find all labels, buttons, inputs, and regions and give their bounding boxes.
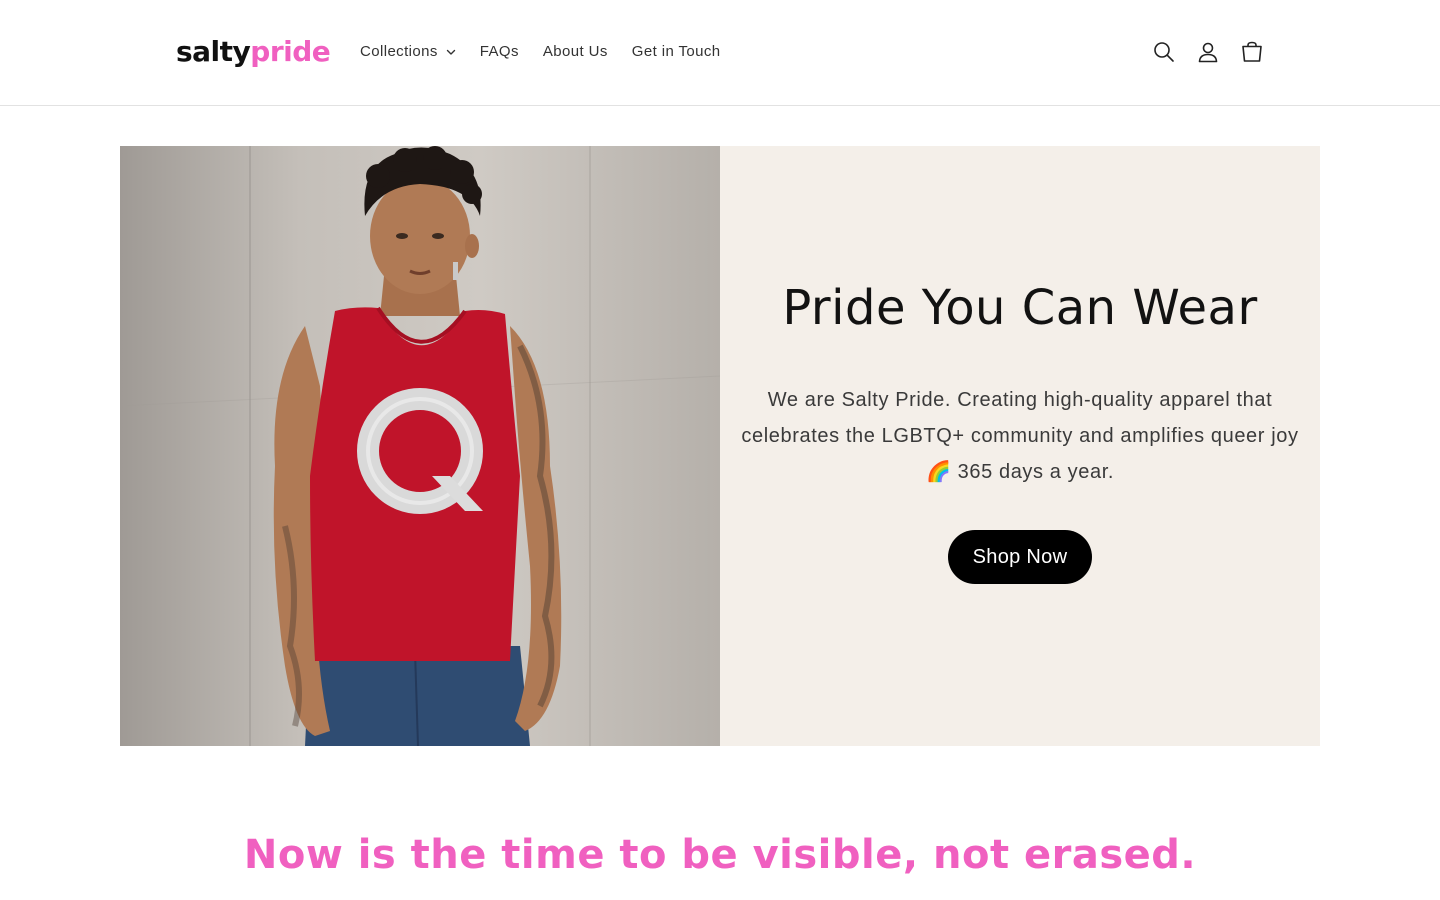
- nav-item-label: About Us: [542, 43, 608, 60]
- tagline-heading: Now is the time to be visible, not erase…: [243, 832, 1197, 878]
- site-header: saltypride Collections FAQs About Us Get…: [0, 0, 1440, 106]
- nav-item-faqs[interactable]: FAQs: [468, 40, 531, 64]
- nav-item-label: FAQs: [479, 43, 519, 60]
- hero-image: [120, 146, 720, 746]
- search-button[interactable]: [1142, 30, 1186, 74]
- hero-text-panel: Pride You Can Wear We are Salty Pride. C…: [720, 146, 1320, 746]
- main-nav: Collections FAQs About Us Get in Touch: [348, 40, 733, 64]
- shop-now-button[interactable]: Shop Now: [947, 530, 1093, 584]
- chevron-down-icon: [446, 49, 455, 55]
- logo-part-salty: salty: [176, 35, 251, 68]
- hero-subtitle: We are Salty Pride. Creating high-qualit…: [741, 389, 1299, 483]
- search-icon: [1154, 42, 1174, 62]
- nav-item-label: Get in Touch: [631, 43, 721, 60]
- account-button[interactable]: [1186, 30, 1230, 74]
- hero-title: Pride You Can Wear: [782, 280, 1258, 336]
- hero-banner: Pride You Can Wear We are Salty Pride. C…: [120, 146, 1320, 746]
- logo[interactable]: saltypride: [176, 34, 331, 70]
- model-tank-top-illustration: [120, 146, 720, 746]
- header-icons: [1142, 30, 1274, 74]
- cart-icon: [1242, 41, 1262, 62]
- nav-item-label: Collections: [360, 43, 438, 60]
- logo-part-pride: pride: [250, 35, 331, 68]
- nav-item-get-in-touch[interactable]: Get in Touch: [620, 40, 733, 64]
- cart-button[interactable]: [1230, 30, 1274, 74]
- nav-item-about-us[interactable]: About Us: [531, 40, 620, 64]
- account-icon: [1198, 42, 1218, 63]
- nav-item-collections[interactable]: Collections: [348, 40, 468, 64]
